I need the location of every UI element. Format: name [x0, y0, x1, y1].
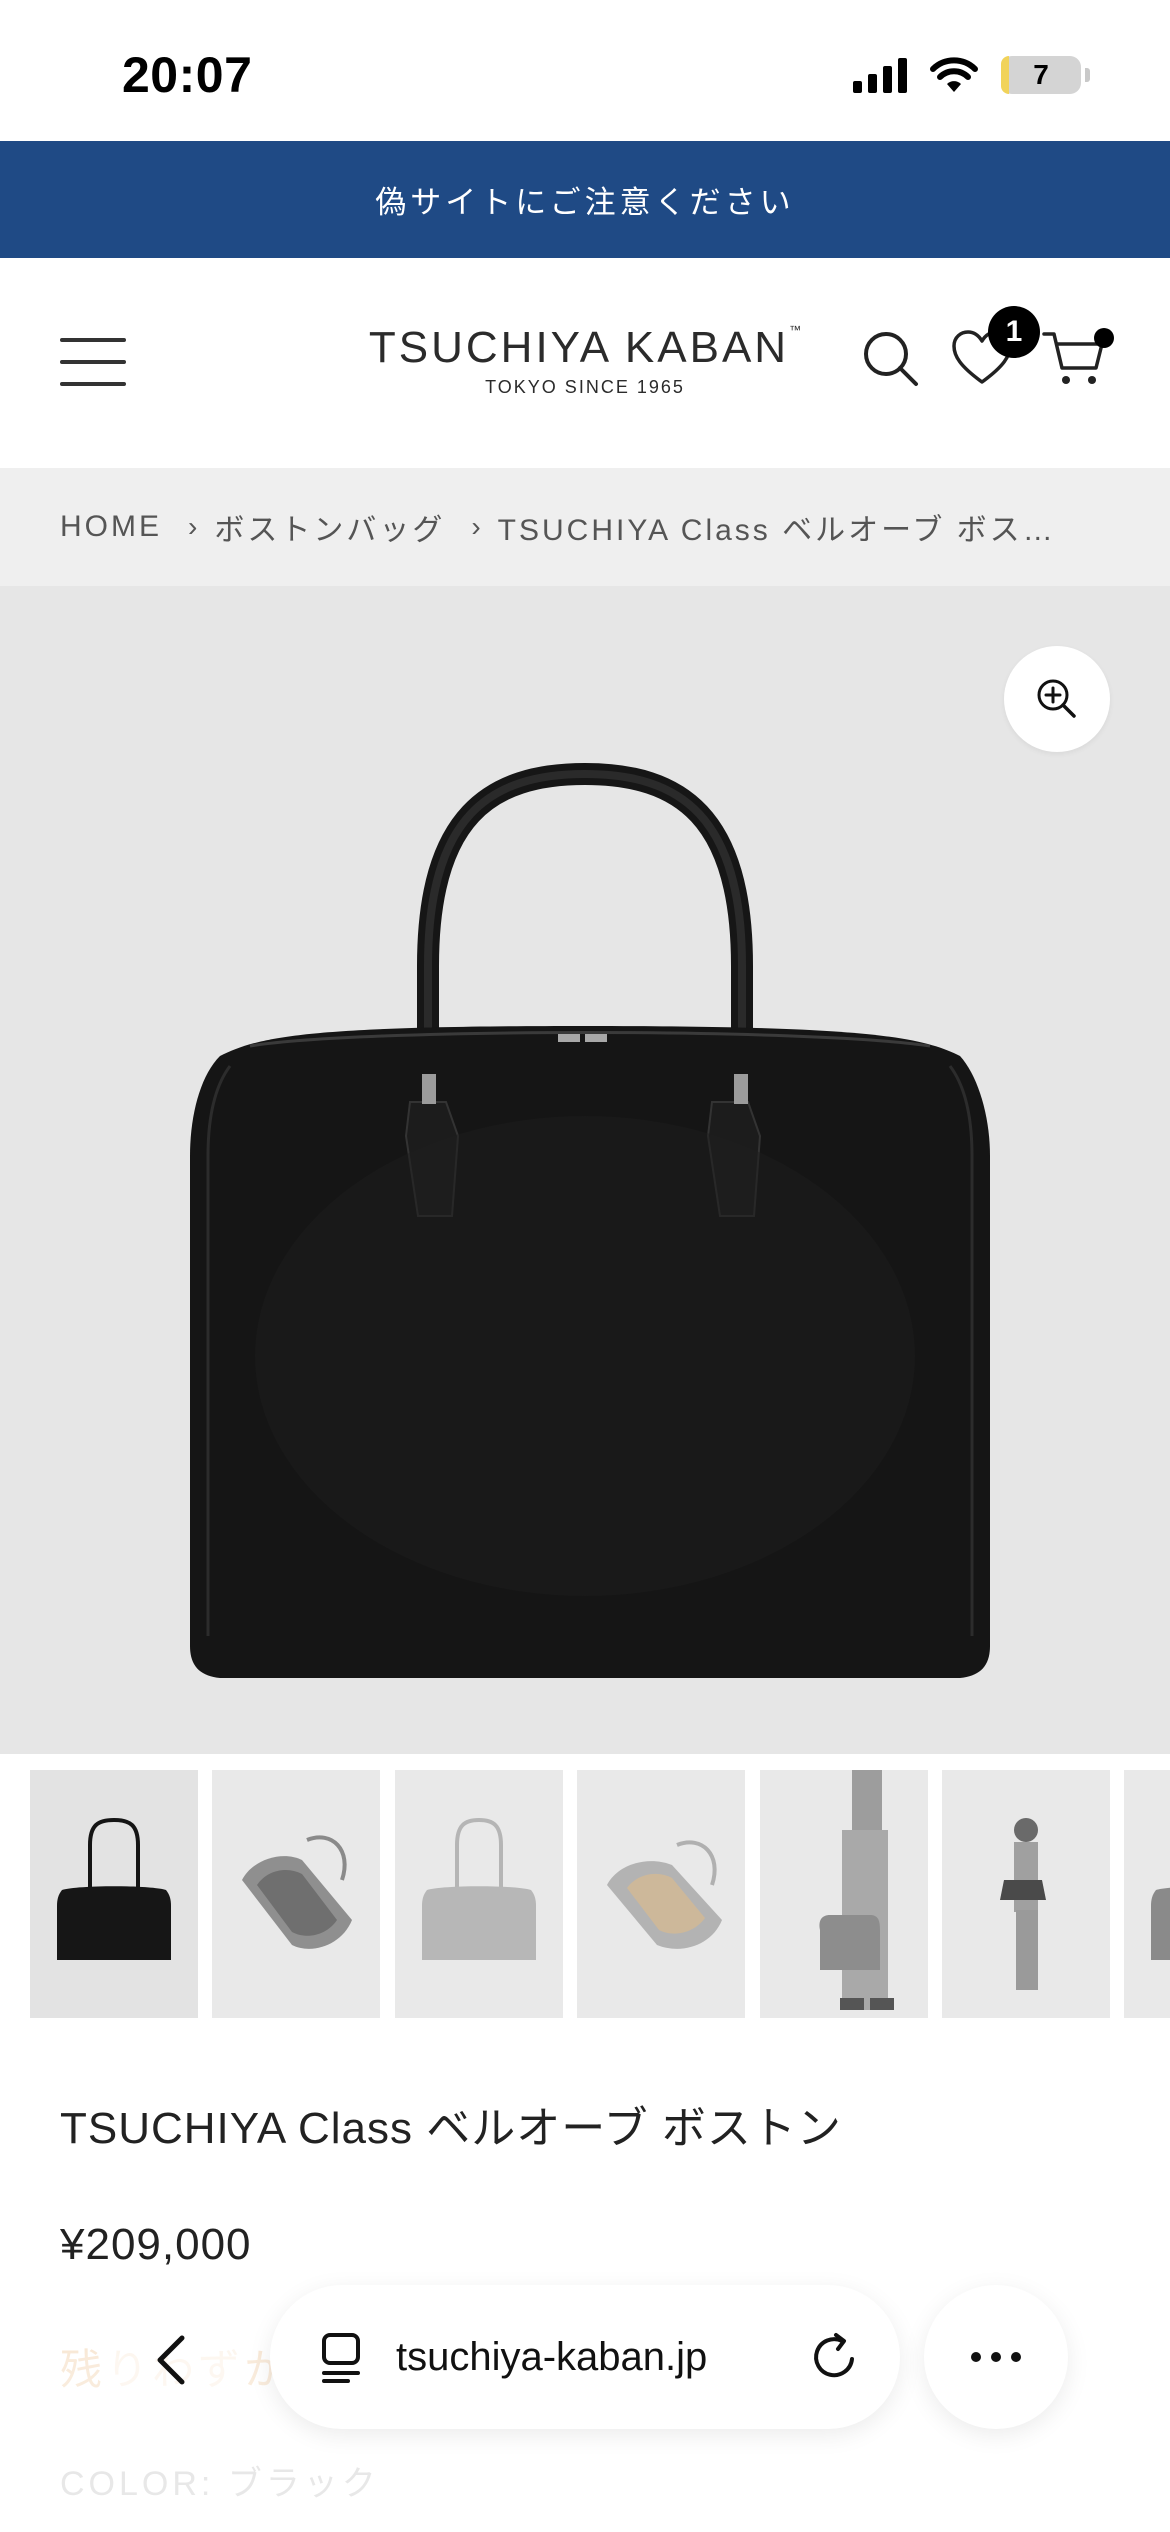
breadcrumb-separator: ›	[471, 511, 484, 542]
status-time: 20:07	[122, 47, 253, 103]
product-bag-image	[190, 762, 990, 1678]
breadcrumb-category[interactable]: ボストンバッグ	[214, 505, 445, 549]
product-color: COLOR: ブラック	[60, 2465, 380, 2503]
cellular-signal-icon	[853, 57, 907, 93]
browser-back-button[interactable]	[100, 2288, 244, 2432]
product-main-image[interactable]	[0, 586, 1170, 1754]
thumbnail-strip[interactable]	[0, 1754, 1170, 2024]
browser-more-button[interactable]	[924, 2285, 1068, 2429]
battery-indicator: 7	[1001, 56, 1081, 94]
logo-sub-text: TOKYO SINCE 1965	[485, 377, 685, 397]
url-text: tsuchiya-kaban.jp	[396, 2334, 708, 2379]
thumbnail-grey-bag-partial[interactable]	[1124, 1770, 1170, 2018]
site-header: TSUCHIYA KABAN™ TOKYO SINCE 1965 1	[0, 258, 1170, 468]
status-icons: 7	[853, 56, 1090, 94]
thumbnail-black-bag[interactable]	[30, 1770, 198, 2018]
breadcrumb-home[interactable]: HOME	[60, 510, 162, 544]
cart-indicator-dot	[1094, 328, 1114, 348]
logo-main-text: TSUCHIYA KABAN	[368, 323, 790, 372]
chevron-left-icon	[157, 2335, 185, 2385]
breadcrumb: HOME › ボストンバッグ › TSUCHIYA Class ベルオーブ ボス…	[0, 468, 1170, 586]
more-dot	[991, 2352, 1001, 2362]
tab-overview-icon	[322, 2333, 360, 2383]
menu-button[interactable]	[60, 338, 126, 386]
notice-banner[interactable]: 偽サイトにご注意ください	[0, 141, 1170, 258]
product-title: TSUCHIYA Class ベルオーブ ボストン	[60, 2104, 842, 2153]
more-dot	[1011, 2352, 1021, 2362]
menu-icon-line	[60, 338, 126, 342]
battery-cap	[1085, 68, 1090, 82]
more-dot	[971, 2352, 981, 2362]
thumbnail-model-with-bag[interactable]	[760, 1770, 928, 2018]
breadcrumb-separator: ›	[188, 511, 201, 542]
product-price: ¥209,000	[60, 2220, 252, 2269]
thumbnail-model-carrying-bag[interactable]	[942, 1770, 1110, 2018]
thumbnail-grey-bag-open[interactable]	[212, 1770, 380, 2018]
thumbnail-grey-bag[interactable]	[395, 1770, 563, 2018]
address-bar[interactable]: tsuchiya-kaban.jp	[270, 2285, 900, 2429]
search-icon[interactable]	[860, 328, 922, 390]
menu-icon-line	[60, 382, 126, 386]
wishlist-count-badge: 1	[988, 306, 1040, 358]
breadcrumb-current: TSUCHIYA Class ベルオーブ ボストン	[497, 514, 1068, 547]
thumbnail-grey-bag-interior[interactable]	[577, 1770, 745, 2018]
notice-banner-text: 偽サイトにご注意ください	[375, 185, 795, 220]
status-bar: 20:07 7	[0, 0, 1170, 141]
zoom-button[interactable]	[1004, 646, 1110, 752]
menu-icon-line	[60, 360, 126, 364]
logo-tm: ™	[789, 323, 802, 337]
reload-icon[interactable]	[806, 2329, 862, 2385]
zoom-in-icon	[1037, 679, 1076, 718]
brand-logo[interactable]: TSUCHIYA KABAN™ TOKYO SINCE 1965	[360, 323, 810, 398]
battery-level: 7	[1033, 59, 1049, 90]
wifi-icon	[930, 57, 978, 92]
